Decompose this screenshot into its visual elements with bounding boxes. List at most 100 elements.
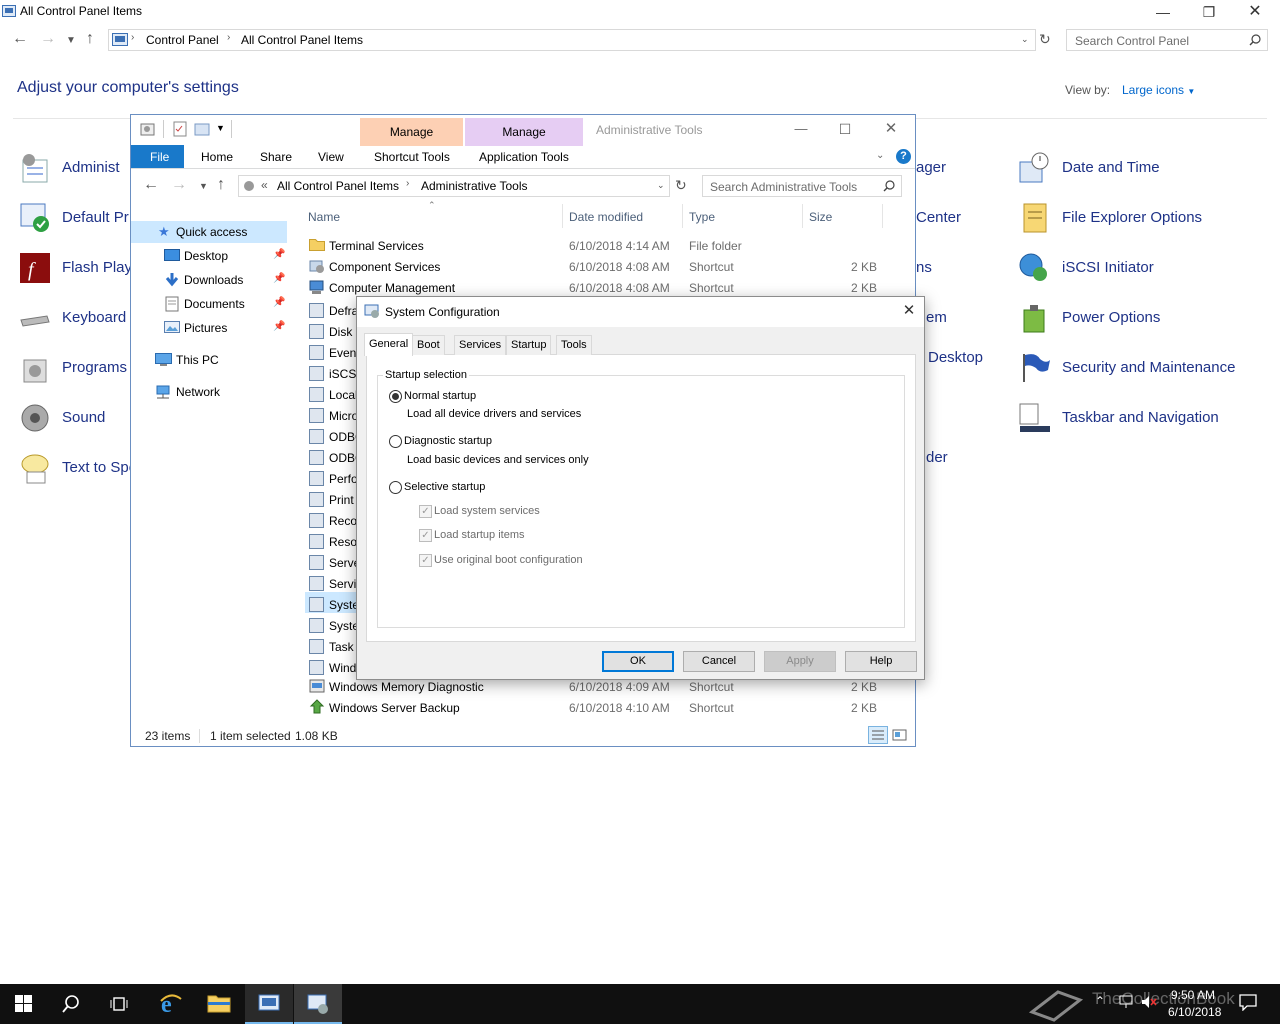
column-size[interactable]: Size xyxy=(809,210,832,224)
cp-item-partial[interactable]: ns xyxy=(916,259,932,276)
taskbar-control-panel-active[interactable] xyxy=(245,984,293,1024)
dialog-close-button[interactable]: ✕ xyxy=(896,300,922,322)
cp-item-partial[interactable]: Center xyxy=(916,209,961,226)
taskbar-msconfig-active[interactable] xyxy=(294,984,342,1024)
internet-explorer-icon[interactable]: e xyxy=(159,991,183,1015)
load-system-services-checkbox[interactable]: ✓ xyxy=(419,505,432,518)
cp-item-keyboard[interactable]: Keyboard xyxy=(62,309,126,326)
selective-startup-radio[interactable] xyxy=(389,481,402,494)
search-icon[interactable] xyxy=(1249,34,1261,46)
explorer-forward-icon[interactable]: → xyxy=(171,176,187,194)
pin-icon[interactable]: 📌 xyxy=(273,249,285,260)
cp-item-partial[interactable]: Desktop xyxy=(928,349,983,366)
nav-downloads[interactable]: Downloads xyxy=(184,273,243,287)
explorer-recent-icon[interactable]: ▼ xyxy=(199,181,208,191)
file-name[interactable]: Task xyxy=(329,640,354,654)
file-name[interactable]: Perfo xyxy=(329,472,358,486)
view-by-value[interactable]: Large icons xyxy=(1122,83,1184,97)
dropdown-arrow-icon[interactable]: ▼ xyxy=(1187,87,1195,96)
tab-general[interactable]: General xyxy=(364,333,414,356)
explorer-close-button[interactable]: ✕ xyxy=(870,117,912,141)
file-name[interactable]: Local xyxy=(329,388,358,402)
explorer-refresh-icon[interactable]: ↻ xyxy=(675,177,687,194)
tab-services[interactable]: Services xyxy=(454,335,507,355)
file-name[interactable]: Computer Management xyxy=(329,281,455,295)
search-administrative-tools-input[interactable]: Search Administrative Tools xyxy=(702,175,902,197)
address-dropdown-icon[interactable]: ⌄ xyxy=(657,180,665,191)
forward-arrow-icon[interactable]: → xyxy=(40,30,56,48)
file-name[interactable]: Print xyxy=(329,493,354,507)
cp-item-file-explorer-options[interactable]: File Explorer Options xyxy=(1062,209,1202,226)
use-original-boot-checkbox[interactable]: ✓ xyxy=(419,554,432,567)
cp-item-programs[interactable]: Programs xyxy=(62,359,127,376)
tab-manage-shortcut[interactable]: Manage xyxy=(360,118,463,146)
cp-item-sound[interactable]: Sound xyxy=(62,409,105,426)
file-name[interactable]: Syste xyxy=(329,598,359,612)
cp-item-date-and-time[interactable]: Date and Time xyxy=(1062,159,1160,176)
cp-item-partial[interactable]: ager xyxy=(916,159,946,176)
explorer-minimize-button[interactable]: — xyxy=(780,117,822,141)
help-button[interactable]: Help xyxy=(845,651,917,672)
search-icon[interactable] xyxy=(883,180,895,192)
cp-item-flash-player[interactable]: Flash Play xyxy=(62,259,132,276)
nav-this-pc[interactable]: This PC xyxy=(176,353,219,367)
tab-startup[interactable]: Startup xyxy=(506,335,552,355)
tab-shortcut-tools[interactable]: Shortcut Tools xyxy=(374,150,450,166)
explorer-address-bar[interactable]: « All Control Panel Items › Administrati… xyxy=(238,175,670,197)
restore-button[interactable]: ❐ xyxy=(1186,0,1232,24)
start-windows-icon[interactable] xyxy=(15,995,33,1013)
new-folder-icon[interactable] xyxy=(194,121,210,137)
show-hidden-icons-icon[interactable]: ⌃ xyxy=(1095,994,1105,1008)
minimize-button[interactable]: — xyxy=(1140,0,1186,24)
view-by-dropdown[interactable]: Large icons ▼ xyxy=(1122,83,1195,97)
search-control-panel-input[interactable]: Search Control Panel xyxy=(1066,29,1268,51)
cp-item-power-options[interactable]: Power Options xyxy=(1062,309,1160,326)
properties-icon[interactable] xyxy=(139,121,157,137)
breadcrumb-overflow[interactable]: « xyxy=(261,178,268,192)
nav-desktop[interactable]: Desktop xyxy=(184,249,228,263)
action-center-icon[interactable] xyxy=(1239,994,1257,1011)
pin-icon[interactable]: 📌 xyxy=(273,297,285,308)
clock-date[interactable]: 6/10/2018 xyxy=(1168,1005,1221,1019)
diagnostic-startup-label[interactable]: Diagnostic startup xyxy=(404,435,492,447)
breadcrumb-all-items[interactable]: All Control Panel Items xyxy=(277,179,399,193)
cp-item-default-programs[interactable]: Default Pr xyxy=(62,209,129,226)
help-icon[interactable]: ? xyxy=(896,149,911,164)
file-name[interactable]: Wind xyxy=(329,661,356,675)
file-name[interactable]: Defra xyxy=(329,304,358,318)
tab-manage-application[interactable]: Manage xyxy=(465,118,583,146)
network-tray-icon[interactable] xyxy=(1117,994,1135,1010)
explorer-back-icon[interactable]: ← xyxy=(143,176,159,194)
tab-application-tools[interactable]: Application Tools xyxy=(479,150,569,166)
selective-startup-label[interactable]: Selective startup xyxy=(404,481,485,493)
load-startup-items-checkbox[interactable]: ✓ xyxy=(419,529,432,542)
normal-startup-label[interactable]: Normal startup xyxy=(404,390,476,402)
pin-icon[interactable]: 📌 xyxy=(273,321,285,332)
breadcrumb-control-panel[interactable]: Control Panel xyxy=(146,33,219,47)
cp-item-iscsi-initiator[interactable]: iSCSI Initiator xyxy=(1062,259,1154,276)
refresh-icon[interactable]: ↻ xyxy=(1039,31,1051,48)
file-name[interactable]: Windows Memory Diagnostic xyxy=(329,680,484,694)
file-tab-label[interactable]: File xyxy=(150,150,169,166)
nav-pictures[interactable]: Pictures xyxy=(184,321,227,335)
address-bar[interactable]: › Control Panel › All Control Panel Item… xyxy=(108,29,1036,51)
apply-button[interactable]: Apply xyxy=(764,651,836,672)
file-name[interactable]: Micro xyxy=(329,409,358,423)
expand-ribbon-icon[interactable]: ⌄ xyxy=(876,150,884,161)
volume-muted-icon[interactable] xyxy=(1140,994,1158,1010)
back-arrow-icon[interactable]: ← xyxy=(12,30,28,48)
tab-boot[interactable]: Boot xyxy=(412,335,445,355)
customize-toolbar-icon[interactable]: ▼ xyxy=(216,123,225,133)
cp-item-taskbar-and-navigation[interactable]: Taskbar and Navigation xyxy=(1062,409,1219,426)
tab-home[interactable]: Home xyxy=(201,150,233,166)
address-dropdown-icon[interactable]: ⌄ xyxy=(1021,34,1029,45)
checklist-icon[interactable] xyxy=(172,121,188,137)
up-arrow-icon[interactable]: ↑ xyxy=(86,30,94,48)
cp-item-administrative-tools[interactable]: Administ xyxy=(62,159,120,176)
breadcrumb-administrative-tools[interactable]: Administrative Tools xyxy=(421,179,528,193)
nav-network[interactable]: Network xyxy=(176,385,220,399)
diagnostic-startup-radio[interactable] xyxy=(389,435,402,448)
file-name[interactable]: Servi xyxy=(329,577,356,591)
tab-tools[interactable]: Tools xyxy=(556,335,592,355)
cp-item-partial[interactable]: em xyxy=(926,309,947,326)
